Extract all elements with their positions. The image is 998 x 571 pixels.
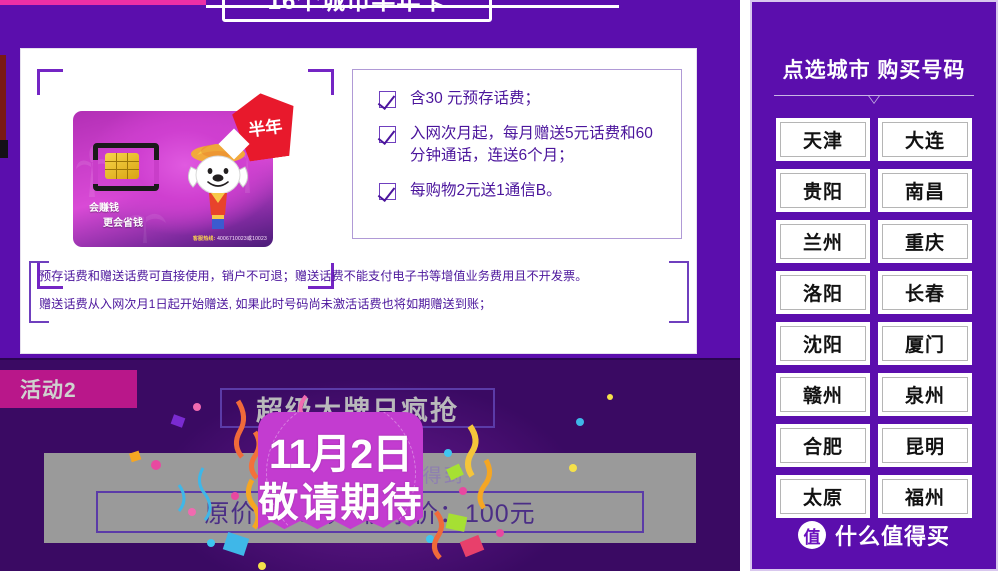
brand-watermark: 值 什么值得买 [752,519,996,551]
sim-slogan-line2: 更会省钱 [103,218,143,229]
activity2-tag-label: 活动2 [20,379,77,402]
city-button-fuzhou[interactable]: 福州 [878,475,972,518]
disclaimer-line-2: 赠送话费从入网次月1日起开始赠送, 如果此时号码尚未激活话费也将如期赠送到账； [39,296,492,311]
city-button-label: 长春 [882,275,968,310]
city-button-changchun[interactable]: 长春 [878,271,972,314]
city-button-xiamen[interactable]: 厦门 [878,322,972,365]
city-button-label: 兰州 [780,224,866,259]
coming-soon-sticker: 11月2日 敬请期待 活动时间：10月1日-10月31日 限量抢购 活动说明：参… [258,412,423,530]
city-button-shenyang[interactable]: 沈阳 [776,322,870,365]
city-button-quanzhou[interactable]: 泉州 [878,373,972,416]
sim-slogan-line1: 会赚钱 [89,203,119,214]
divider-line [774,95,974,96]
activity1-title: 16个城市半年卡 [267,0,447,15]
check-icon [379,91,396,108]
half-year-badge-label: 半年 [247,116,284,140]
city-button-label: 福州 [882,479,968,514]
city-button-luoyang[interactable]: 洛阳 [776,271,870,314]
top-accent-line-pink [0,0,206,5]
check-icon [379,126,396,143]
corner-bracket-top-left [37,69,63,95]
activity2-tag: 活动2 [0,370,137,408]
activity1-title-plate: 16个城市半年卡 [222,0,492,22]
feature-text: 入网次月起，每月赠送5元话费和60分钟通话，连送6个月； [410,125,653,164]
disclaimer-line-1: 预存话费和赠送话费可直接使用，销户不可退；赠送话费不能支付电子书等增值业务费用且… [39,269,588,283]
sim-card-frame: 会赚钱 更会省钱 客服热线: 4006710023或10023 半年 [37,69,334,289]
city-button-label: 赣州 [780,377,866,412]
check-icon [379,183,396,200]
city-button-tianjin[interactable]: 天津 [776,118,870,161]
feature-item: 每购物2元送1通信B。 [379,180,681,202]
sim-chip-icon [105,153,139,179]
city-button-label: 沈阳 [780,326,866,361]
city-button-label: 大连 [882,122,968,157]
feature-text: 每购物2元送1通信B。 [410,182,562,199]
page-root: 16个城市半年卡 会赚钱 更会省钱 客服热线: 4006710023或10023… [0,0,998,571]
activity1-card: 会赚钱 更会省钱 客服热线: 4006710023或10023 半年 含30 元… [20,48,697,354]
main-column: 16个城市半年卡 会赚钱 更会省钱 客服热线: 4006710023或10023… [0,0,740,571]
city-button-nanchang[interactable]: 南昌 [878,169,972,212]
city-button-kunming[interactable]: 昆明 [878,424,972,467]
city-selector-title: 点选城市 购买号码 [782,59,966,82]
city-button-label: 合肥 [780,428,866,463]
city-button-label: 南昌 [882,173,968,208]
city-button-dalian[interactable]: 大连 [878,118,972,161]
mascot-dog-icon [187,144,249,229]
sim-hotline-number: 4006710023或10023 [217,236,267,242]
city-button-label: 洛阳 [780,275,866,310]
city-button-lanzhou[interactable]: 兰州 [776,220,870,263]
disclaimer-block: 预存话费和赠送话费可直接使用，销户不可退；赠送话费不能支付电子书等增值业务费用且… [29,261,689,323]
left-edge-strip-dark [0,140,8,158]
city-button-label: 天津 [780,122,866,157]
city-button-label: 太原 [780,479,866,514]
city-button-label: 贵阳 [780,173,866,208]
sim-hotline-label: 客服热线: [192,236,216,242]
activity2-banner: 活动2 超级大牌日疯抢 数量有限先到先得到 原价：400元 秒杀价：100元 [0,358,740,571]
brand-logo-icon: 值 [797,521,826,549]
feature-list: 含30 元预存话费； 入网次月起，每月赠送5元话费和60分钟通话，连送6个月； … [352,69,682,239]
feature-text: 含30 元预存话费； [410,90,541,107]
chevron-down-icon [867,95,881,104]
city-button-label: 昆明 [882,428,968,463]
city-button-grid: 天津 大连 贵阳 南昌 兰州 重庆 洛阳 长春 沈阳 厦门 赣州 泉州 合肥 昆… [776,118,972,518]
city-button-taiyuan[interactable]: 太原 [776,475,870,518]
city-button-label: 泉州 [882,377,968,412]
feature-item: 含30 元预存话费； [379,88,681,110]
feature-item: 入网次月起，每月赠送5元话费和60分钟通话，连送6个月； [379,123,681,167]
disclaimer-bracket-bottom-right [669,321,687,323]
disclaimer-bracket-bottom-left [31,321,49,323]
city-button-ganzhou[interactable]: 赣州 [776,373,870,416]
city-button-label: 厦门 [882,326,968,361]
sticker-message: 敬请期待 [258,481,423,525]
title-divider [774,95,974,107]
brand-name: 什么值得买 [834,524,950,549]
city-button-label: 重庆 [882,224,968,259]
sim-slogan: 会赚钱 更会省钱 [89,201,143,231]
city-button-hefei[interactable]: 合肥 [776,424,870,467]
city-selector-panel: 点选城市 购买号码 天津 大连 贵阳 南昌 兰州 重庆 洛阳 长春 沈阳 厦门 … [750,0,998,571]
sim-hotline: 客服热线: 4006710023或10023 [193,235,267,242]
sticker-date: 11月2日 [268,431,413,477]
city-button-chongqing[interactable]: 重庆 [878,220,972,263]
corner-bracket-top-right [308,69,334,95]
city-button-guiyang[interactable]: 贵阳 [776,169,870,212]
